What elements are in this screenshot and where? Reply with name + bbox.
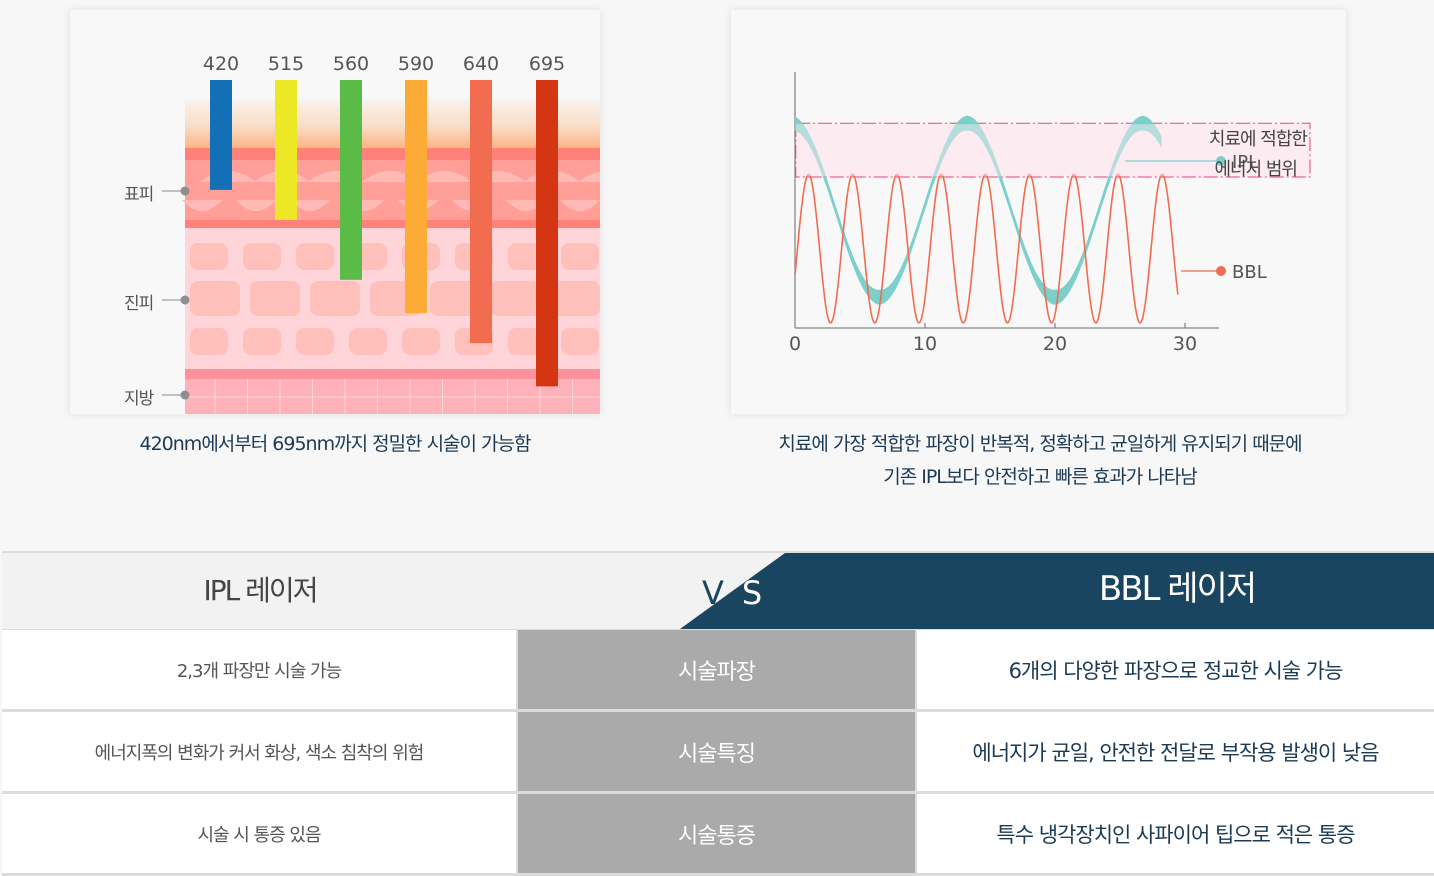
wavelength-bar-560 xyxy=(340,80,362,280)
skin-diagram-caption: 420nm에서부터 695nm까지 정밀한 시술이 가능함 xyxy=(139,433,532,455)
bbl-series-wave xyxy=(794,173,1179,324)
wavelength-bar-590 xyxy=(405,80,427,314)
band-label-line1: 치료에 적합한 xyxy=(1209,129,1308,150)
dermis-cell xyxy=(190,281,240,316)
band-label-line2: 에너지 범위 xyxy=(1214,159,1297,180)
ipl-cell: 시술 시 통증 있음 xyxy=(2,794,516,873)
category-cell: 시술특징 xyxy=(518,712,915,791)
skin-layer-diagram-card: 420 515 560 590 640 695 표피진피지방 xyxy=(70,10,600,414)
category-cell: 시술통증 xyxy=(518,794,915,873)
wavelength-bar-695 xyxy=(536,80,558,387)
dermis-cell xyxy=(296,243,334,270)
bbl-cell: 특수 냉각장치인 사파이어 팁으로 적은 통증 xyxy=(917,794,1434,873)
layer-pointer-dot xyxy=(180,390,190,400)
layer-label-dermis: 진피 xyxy=(124,294,154,314)
category-cell: 시술파장 xyxy=(518,630,915,709)
comparison-header: IPL 레이저 VS BBL 레이저 xyxy=(2,551,1434,632)
bbl-cell: 6개의 다양한 파장으로 정교한 시술 가능 xyxy=(917,630,1434,709)
layer-pointer-dot xyxy=(180,295,190,305)
wave-chart-caption: 치료에 가장 적합한 파장이 반복적, 정확하고 균일하게 유지되기 때문에 기… xyxy=(700,428,1380,494)
x-tick-label: 10 xyxy=(913,333,937,355)
table-row: 2,3개 파장만 시술 가능 시술파장 6개의 다양한 파장으로 정교한 시술 … xyxy=(2,630,1434,712)
bbl-laser-header: BBL 레이저 xyxy=(1098,569,1257,609)
wavelength-label: 560 xyxy=(332,53,370,75)
table-row: 시술 시 통증 있음 시술통증 특수 냉각장치인 사파이어 팁으로 적은 통증 xyxy=(2,794,1434,876)
legend-label-bbl: BBL xyxy=(1232,262,1267,283)
dermis-cell xyxy=(490,281,540,316)
wavelength-label: 695 xyxy=(528,53,566,75)
vs-s: S xyxy=(741,574,781,612)
bbl-cell: 에너지가 균일, 안전한 전달로 부작용 발생이 낮음 xyxy=(917,712,1434,791)
dermis-cell xyxy=(243,328,281,355)
dermis-cell xyxy=(561,243,599,270)
wave-chart-card: 0 10 20 30 IPL BBL 치료에 적합한 에너지 범위 xyxy=(731,10,1346,414)
dermis-cell xyxy=(349,328,387,355)
x-tick-label: 20 xyxy=(1043,333,1067,355)
wave-caption-line2: 기존 IPL보다 안전하고 빠른 효과가 나타남 xyxy=(883,466,1198,488)
ipl-cell: 2,3개 파장만 시술 가능 xyxy=(2,630,516,709)
wavelength-bar-515 xyxy=(275,80,297,220)
legend-marker-bbl xyxy=(1216,266,1226,276)
dermis-cell xyxy=(296,328,334,355)
ipl-cell: 에너지폭의 변화가 커서 화상, 색소 침착의 위험 xyxy=(2,712,516,791)
comparison-table: IPL 레이저 VS BBL 레이저 2,3개 파장만 시술 가능 시술파장 6… xyxy=(0,551,1434,876)
dermis-cell xyxy=(250,281,300,316)
vs-label: VS xyxy=(702,553,780,629)
wavelength-label: 515 xyxy=(267,53,305,75)
dermis-cell xyxy=(561,328,599,355)
wavelength-bar-640 xyxy=(470,80,492,344)
vs-v: V xyxy=(702,574,742,612)
dermis-cell xyxy=(243,243,281,270)
x-tick-label: 30 xyxy=(1173,333,1197,355)
wave-caption-line1: 치료에 가장 적합한 파장이 반복적, 정확하고 균일하게 유지되기 때문에 xyxy=(778,433,1302,455)
dermis-cell xyxy=(190,328,228,355)
wavelength-label: 420 xyxy=(202,53,240,75)
energy-wave-chart: 0 10 20 30IPLBBL치료에 적합한에너지 범위 xyxy=(789,72,1311,355)
wavelength-bar-420 xyxy=(210,80,232,190)
ipl-laser-header: IPL 레이저 xyxy=(203,574,319,607)
wavelength-label: 590 xyxy=(397,53,435,75)
dermis-cell xyxy=(402,328,440,355)
layer-label-epidermis: 표피 xyxy=(124,185,154,205)
dermis-cell xyxy=(190,243,228,270)
layer-pointer-dot xyxy=(180,186,190,196)
layer-label-fat: 지방 xyxy=(124,389,154,409)
table-row: 에너지폭의 변화가 커서 화상, 색소 침착의 위험 시술특징 에너지가 균일,… xyxy=(2,712,1434,794)
dermis-cell xyxy=(310,281,360,316)
wavelength-label: 640 xyxy=(462,53,500,75)
x-tick-label: 0 xyxy=(789,333,801,355)
